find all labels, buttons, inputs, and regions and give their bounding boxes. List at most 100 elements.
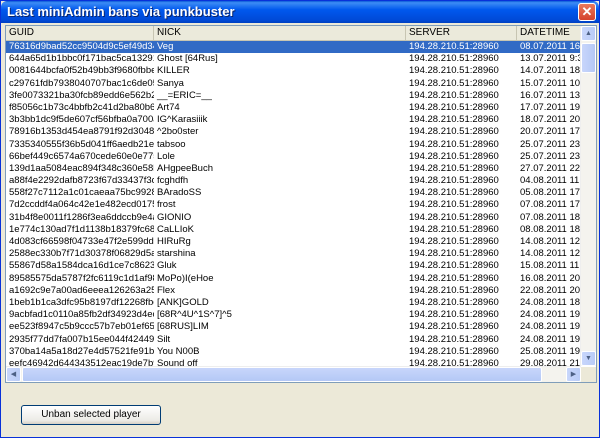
server-cell: 194.28.210.51:28960 [409, 187, 499, 199]
table-row[interactable]: 7335340555f36b5d041ff6aedb21eff5 tabsoo 19… [6, 139, 581, 151]
column-header-guid[interactable]: GUID [6, 26, 154, 40]
nick-cell: IG^Karasiiik [157, 114, 208, 126]
server-cell: 194.28.210.51:28960 [409, 126, 499, 138]
guid-cell: 2935f77dd7fa007b15ee044f424493c3 [9, 333, 154, 345]
table-row[interactable]: 1e774c130ad7f1d1138b18379fc68b9aCaLLIoK 1… [6, 224, 581, 236]
guid-cell: 66bef449c6574a670cede60e0e775638 [9, 150, 154, 162]
nick-cell: MoPo)I(eHoe [157, 272, 214, 284]
scroll-down-button[interactable]: ▼ [581, 351, 596, 366]
table-row[interactable]: 31b4f8e0011f1286f3ea6ddccb9e4a89 GIONIO 19… [6, 212, 581, 224]
guid-cell: 139d1aa5084eac894f348c360e58b0a9 [9, 162, 154, 174]
horizontal-scrollbar[interactable]: ◀ ▶ [6, 366, 581, 382]
bans-list-view[interactable]: GUID NICK SERVER DATETIME 76316d9bad52cc… [5, 25, 597, 383]
datetime-cell: 16.07.2011 13:54 [520, 89, 581, 101]
guid-cell: 3b3bb1dc9f5de607cf56bfba0a700a34 [9, 114, 154, 126]
server-cell: 194.28.210.51:28960 [409, 199, 499, 211]
server-cell: 194.28.210.51:28960 [409, 284, 499, 296]
table-row[interactable]: 370ba14a5a18d27e4d57521fe91b393fYou N00B… [6, 346, 581, 358]
guid-cell: 55867d58a1584dca16d1ce7c86237631 [9, 260, 154, 272]
datetime-cell: 25.08.2011 19:15 [520, 345, 581, 357]
scroll-left-button[interactable]: ◀ [6, 367, 21, 382]
table-row[interactable]: 76316d9bad52cc9504d9c5ef49d341a Veg 194.28… [6, 41, 581, 54]
guid-cell: 7335340555f36b5d041ff6aedb21eff5 [9, 138, 154, 150]
scrollbar-corner [581, 367, 596, 382]
nick-cell: KILLER [157, 65, 190, 77]
nick-cell: HIRuRg [157, 236, 191, 247]
table-row[interactable]: 89585575da5787f2fc6119c1d1af9846 MoPo)I(e… [6, 273, 581, 285]
guid-cell: 1e774c130ad7f1d1138b18379fc68b9a [9, 223, 154, 235]
nick-cell: ^2bo0ster [157, 126, 199, 138]
table-row[interactable]: 558f27c7112a1c01caeaa75bc99287fc BAradoSS… [6, 187, 581, 199]
server-cell: 194.28.210.51:28960 [409, 309, 499, 321]
server-cell: 194.28.210.51:28960 [409, 248, 499, 260]
table-row[interactable]: c29761fdb7938040707bac1c6de05131Sanya 194… [6, 78, 581, 90]
vertical-scrollbar[interactable]: ▲ ▼ [580, 26, 596, 366]
guid-cell: 7d2ccddf4a064c42e1e482ecd0175700 [9, 199, 154, 211]
table-row[interactable]: ee523f8947c5b9ccc57b7eb01ef65d10[68RUS]L… [6, 321, 581, 333]
server-cell: 194.28.210.51:28960 [409, 41, 499, 52]
table-row[interactable]: 78916b1353d454ea8791f92d304884f4^2bo0ste… [6, 126, 581, 138]
server-cell: 194.28.210.51:28960 [409, 114, 499, 126]
table-row[interactable]: a88f4e2292dafb8723f67d33437f3d13 fcghdfh 1… [6, 175, 581, 187]
server-cell: 194.28.210.51:28960 [409, 162, 499, 174]
datetime-cell: 14.08.2011 12:03 [520, 248, 581, 260]
server-cell: 194.28.210.51:28960 [409, 236, 499, 247]
datetime-cell: 20.07.2011 17:28 [520, 126, 581, 138]
datetime-cell: 14.08.2011 12:01 [520, 236, 581, 247]
table-row[interactable]: 4d083cf66598f04733e47f2e599ddaa1 HIRuRg 19… [6, 236, 581, 248]
server-cell: 194.28.210.51:28960 [409, 211, 499, 223]
server-cell: 194.28.210.51:28960 [409, 89, 499, 101]
scroll-right-button[interactable]: ▶ [566, 367, 581, 382]
guid-cell: 3fe0073321ba30fcb89edd6e562b2df5 [9, 89, 154, 101]
table-row[interactable]: 3b3bb1dc9f5de607cf56bfba0a700a34 IG^Karas… [6, 114, 581, 126]
unban-selected-player-button[interactable]: Unban selected player [21, 405, 161, 425]
table-row[interactable]: a1692c9e7a00ad6eeea126263a250d22Flex 194.… [6, 285, 581, 297]
table-row[interactable]: 3fe0073321ba30fcb89edd6e562b2df5 __=ERIC=… [6, 90, 581, 102]
server-cell: 194.28.210.51:28960 [409, 150, 499, 162]
guid-cell: f85056c1b73c4bbfb2c41d2ba80b639a [9, 101, 154, 113]
nick-cell: You N00B [157, 345, 200, 357]
column-header-nick[interactable]: NICK [154, 26, 406, 40]
title-bar[interactable]: Last miniAdmin bans via punkbuster ✕ [1, 1, 599, 23]
datetime-cell: 25.07.2011 23:01 [520, 138, 581, 150]
guid-cell: 370ba14a5a18d27e4d57521fe91b393f [9, 345, 154, 357]
window-title: Last miniAdmin bans via punkbuster [7, 4, 235, 19]
server-cell: 194.28.210.51:28960 [409, 101, 499, 113]
table-row[interactable]: 644a65d1b1bbc0f171bac5ca1329132bGhost [6… [6, 53, 581, 65]
column-header-datetime[interactable]: DATETIME [517, 26, 581, 40]
server-cell: 194.28.210.51:28960 [409, 175, 499, 187]
datetime-cell: 14.07.2011 18:05 [520, 65, 581, 77]
server-cell: 194.28.210.51:28960 [409, 345, 499, 357]
table-row[interactable]: 2588ec330b7f71d30378f06829d5a1e1starshin… [6, 248, 581, 260]
table-row[interactable]: 9acbfad1c0110a85fb2df34923d4ec7a [68R^4U^… [6, 309, 581, 321]
guid-cell: c29761fdb7938040707bac1c6de05131 [9, 77, 154, 89]
table-row[interactable]: 139d1aa5084eac894f348c360e58b0a9AHgpeeBu… [6, 163, 581, 175]
datetime-cell: 07.08.2011 17:35 [520, 199, 581, 211]
vertical-scroll-thumb[interactable] [581, 43, 596, 73]
column-header-server[interactable]: SERVER [406, 26, 517, 40]
horizontal-scroll-thumb[interactable] [22, 367, 542, 382]
datetime-cell: 27.07.2011 22:24 [520, 162, 581, 174]
close-button[interactable]: ✕ [578, 3, 596, 21]
guid-cell: 2588ec330b7f71d30378f06829d5a1e1 [9, 248, 154, 260]
scroll-up-button[interactable]: ▲ [581, 26, 596, 41]
table-row[interactable]: 55867d58a1584dca16d1ce7c86237631Gluk 194.… [6, 260, 581, 272]
datetime-cell: 24.08.2011 19:06 [520, 321, 581, 333]
nick-cell: Flex [157, 284, 175, 296]
server-cell: 194.28.210.51:28960 [409, 65, 499, 77]
datetime-cell: 07.08.2011 18:51 [520, 211, 581, 223]
table-row[interactable]: 66bef449c6574a670cede60e0e775638Lole 194.… [6, 151, 581, 163]
datetime-cell: 18.07.2011 20:02 [520, 114, 581, 126]
guid-cell: 9acbfad1c0110a85fb2df34923d4ec7a [9, 309, 154, 321]
table-row[interactable]: 2935f77dd7fa007b15ee044f424493c3 Silt 194.… [6, 334, 581, 346]
table-row[interactable]: 1beb1b1ca3dfc95b8197df12268fbc38 [ANK]GOL… [6, 297, 581, 309]
guid-cell: 31b4f8e0011f1286f3ea6ddccb9e4a89 [9, 211, 154, 223]
table-row[interactable]: 0081644bcfa0f52b49bb3f9680fbbe55 KILLER 19… [6, 65, 581, 77]
nick-cell: Art74 [157, 101, 180, 113]
nick-cell: tabsoo [157, 138, 186, 150]
table-row[interactable]: f85056c1b73c4bbfb2c41d2ba80b639aArt74 194… [6, 102, 581, 114]
server-cell: 194.28.210.51:28960 [409, 138, 499, 150]
table-row[interactable]: 7d2ccddf4a064c42e1e482ecd0175700frost 194… [6, 199, 581, 211]
guid-cell: 4d083cf66598f04733e47f2e599ddaa1 [9, 236, 154, 247]
datetime-cell: 25.07.2011 23:16 [520, 150, 581, 162]
